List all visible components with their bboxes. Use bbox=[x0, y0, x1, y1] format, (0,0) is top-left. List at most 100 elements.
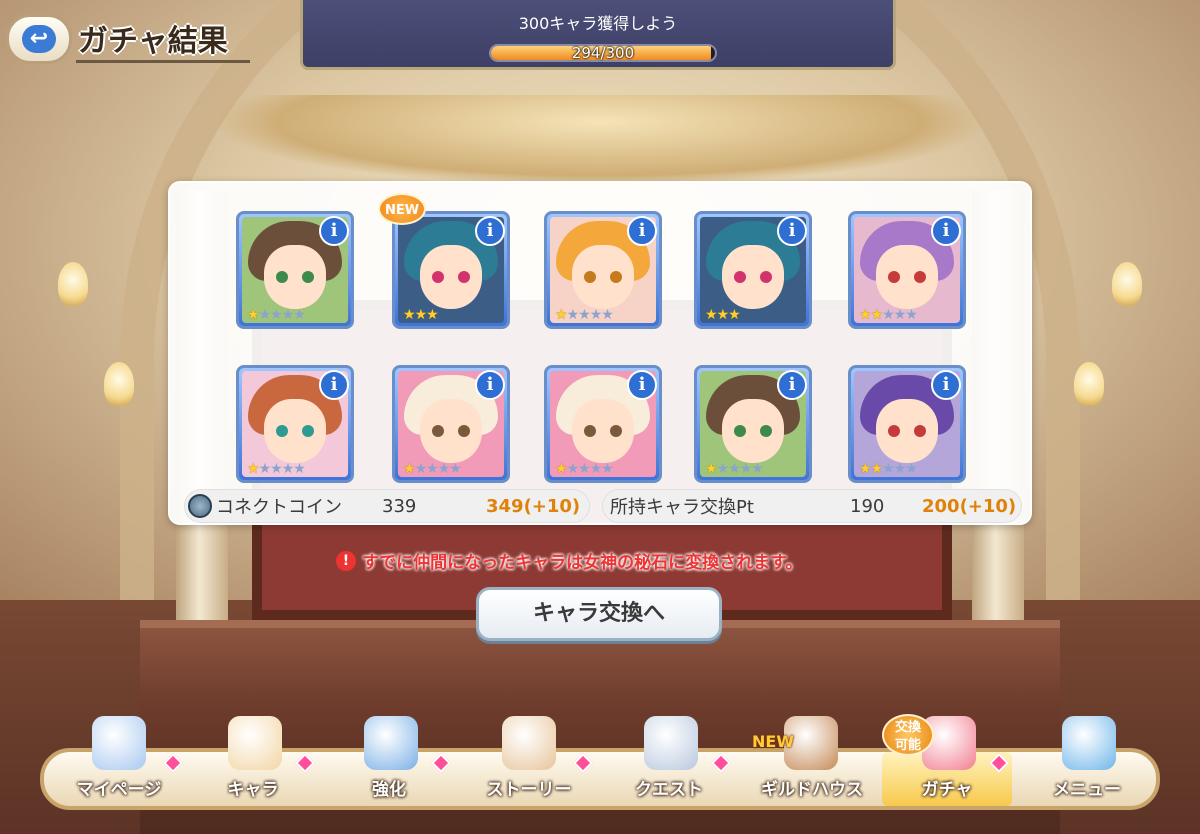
rarity-stars: ★★★★★ bbox=[859, 461, 918, 477]
nav-item-5[interactable]: クエスト bbox=[604, 716, 734, 806]
star-icon: ★ bbox=[258, 461, 272, 477]
star-icon: ★ bbox=[403, 307, 416, 323]
nav-item-label: ガチャ bbox=[921, 780, 973, 800]
portrait-face bbox=[722, 245, 784, 309]
wall-lamp-icon bbox=[58, 262, 88, 306]
nav-item-2[interactable]: キャラ bbox=[188, 716, 318, 806]
character-result-card[interactable]: i ★★★ bbox=[392, 211, 510, 329]
portrait-face bbox=[572, 245, 634, 309]
portrait-eye bbox=[584, 271, 596, 283]
back-button[interactable]: ↩ bbox=[6, 14, 72, 64]
nav-item-4[interactable]: ストーリー bbox=[462, 716, 596, 806]
star-icon: ★ bbox=[578, 307, 591, 323]
portrait-face bbox=[264, 245, 326, 309]
portrait-face bbox=[722, 399, 784, 463]
wall-lamp-icon bbox=[104, 362, 134, 406]
info-icon[interactable]: i bbox=[319, 216, 349, 246]
connect-coin-icon bbox=[188, 494, 212, 518]
star-icon: ★ bbox=[281, 307, 295, 323]
character-exchange-button[interactable]: キャラ交換へ bbox=[476, 587, 722, 641]
nav-item-7[interactable]: ガチャ 交換 可能 bbox=[882, 714, 1012, 806]
character-result-card[interactable]: i ★★★★★ bbox=[544, 365, 662, 483]
star-icon: ★ bbox=[859, 307, 872, 323]
character-result-card[interactable]: i ★★★★★ bbox=[236, 365, 354, 483]
portrait-face bbox=[420, 245, 482, 309]
portrait-eye bbox=[888, 271, 900, 283]
portrait-eye bbox=[458, 271, 470, 283]
character-result-card[interactable]: i ★★★★★ bbox=[544, 211, 662, 329]
star-icon: ★ bbox=[403, 461, 416, 477]
rarity-stars: ★★★ bbox=[705, 308, 741, 322]
character-result-card[interactable]: i ★★★★★ bbox=[236, 211, 354, 329]
exchange-pt-after: 200(+10) bbox=[922, 491, 1016, 521]
info-icon[interactable]: i bbox=[475, 370, 505, 400]
duplicate-notice: ! すでに仲間になったキャラは女神の秘石に変換されます。 bbox=[336, 548, 802, 573]
connect-coin-after-value: 349(+10) bbox=[486, 495, 581, 517]
portrait-eye bbox=[432, 271, 444, 283]
star-icon: ★ bbox=[870, 307, 884, 323]
portrait-eye bbox=[432, 425, 444, 437]
star-icon: ★ bbox=[601, 461, 614, 477]
story-scroll-icon bbox=[502, 716, 556, 770]
enhance-orbs-icon bbox=[364, 716, 418, 770]
star-icon: ★ bbox=[905, 461, 918, 477]
character-result-card[interactable]: i ★★★★★ bbox=[848, 211, 966, 329]
mypage-castle-icon bbox=[92, 716, 146, 770]
page-title: ガチャ結果 bbox=[78, 24, 228, 59]
info-icon[interactable]: i bbox=[931, 216, 961, 246]
portrait-eye bbox=[760, 271, 772, 283]
info-icon[interactable]: i bbox=[319, 370, 349, 400]
star-icon: ★ bbox=[870, 461, 884, 477]
star-icon: ★ bbox=[893, 307, 907, 323]
star-icon: ★ bbox=[426, 461, 439, 477]
star-icon: ★ bbox=[751, 461, 764, 477]
back-arrow-icon: ↩ bbox=[22, 25, 56, 53]
info-icon[interactable]: i bbox=[777, 216, 807, 246]
mission-progress-value: 294/300 bbox=[571, 44, 635, 62]
star-icon: ★ bbox=[437, 461, 451, 477]
star-icon: ★ bbox=[449, 461, 462, 477]
nav-item-label: クエスト bbox=[635, 780, 703, 800]
rarity-stars: ★★★★★ bbox=[705, 461, 764, 477]
notification-diamond-icon bbox=[989, 753, 1009, 773]
nav-item-8[interactable]: メニュー bbox=[1022, 716, 1152, 806]
info-icon[interactable]: i bbox=[777, 370, 807, 400]
gacha-result-panel: コネクトコイン 339 349(+10) 所持キャラ交換Pt 190 200(+… bbox=[168, 181, 1032, 525]
exchange-available-badge: 交換 可能 bbox=[882, 714, 934, 756]
bottom-nav: マイページ キャラ 強化 ストーリー クエスト ギルドハウス NEW ガチャ 交換 可能 メニュー bbox=[40, 714, 1160, 810]
nav-item-3[interactable]: 強化 bbox=[324, 716, 454, 806]
star-icon: ★ bbox=[258, 307, 272, 323]
star-icon: ★ bbox=[739, 461, 753, 477]
notification-diamond-icon bbox=[431, 753, 451, 773]
notification-diamond-icon bbox=[295, 753, 315, 773]
portrait-face bbox=[876, 245, 938, 309]
star-icon: ★ bbox=[270, 307, 283, 323]
character-result-card[interactable]: i ★★★★★ bbox=[694, 365, 812, 483]
portrait-eye bbox=[610, 425, 622, 437]
background-crest bbox=[220, 95, 980, 185]
portrait-eye bbox=[276, 271, 288, 283]
nav-item-1[interactable]: マイページ bbox=[52, 716, 186, 806]
nav-item-label: キャラ bbox=[227, 780, 279, 800]
star-icon: ★ bbox=[905, 307, 918, 323]
connect-coin-label: コネクトコイン bbox=[216, 497, 342, 518]
character-result-card[interactable]: i ★★★ bbox=[694, 211, 812, 329]
portrait-eye bbox=[734, 271, 746, 283]
mission-text: 300キャラ獲得しよう bbox=[518, 14, 678, 33]
star-icon: ★ bbox=[426, 307, 439, 323]
star-icon: ★ bbox=[882, 307, 895, 323]
info-icon[interactable]: i bbox=[475, 216, 505, 246]
info-icon[interactable]: i bbox=[627, 216, 657, 246]
star-icon: ★ bbox=[566, 461, 580, 477]
character-result-card[interactable]: i ★★★★★ bbox=[392, 365, 510, 483]
portrait-eye bbox=[302, 271, 314, 283]
character-result-card[interactable]: i ★★★★★ bbox=[848, 365, 966, 483]
quest-sword-flag-icon bbox=[644, 716, 698, 770]
info-icon[interactable]: i bbox=[627, 370, 657, 400]
warning-icon: ! bbox=[336, 550, 356, 571]
nav-item-6[interactable]: ギルドハウス NEW bbox=[744, 716, 880, 806]
info-icon[interactable]: i bbox=[931, 370, 961, 400]
star-icon: ★ bbox=[555, 461, 568, 477]
nav-item-label: ギルドハウス bbox=[761, 780, 863, 800]
notification-diamond-icon bbox=[711, 753, 731, 773]
